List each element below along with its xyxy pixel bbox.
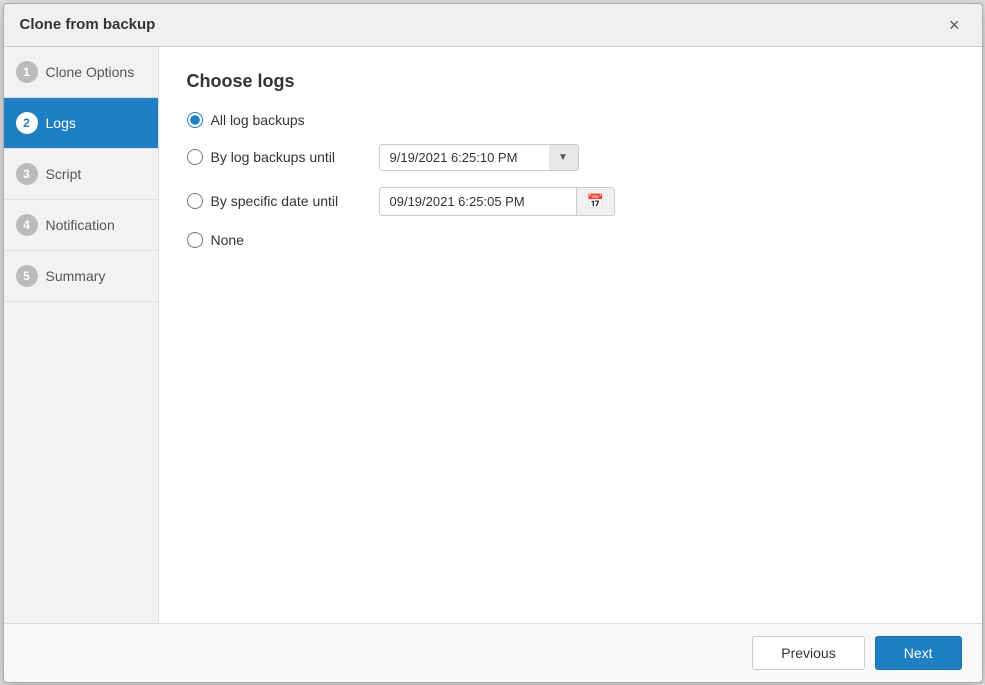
radio-all-log-backups[interactable] <box>187 112 203 128</box>
sidebar-item-logs[interactable]: 2 Logs <box>4 98 158 149</box>
sidebar-item-label-script: Script <box>46 166 82 182</box>
option-text-by-log-backups: By log backups until <box>211 149 336 165</box>
option-label-by-log-backups[interactable]: By log backups until <box>187 149 367 165</box>
sidebar-item-clone-options[interactable]: 1 Clone Options <box>4 47 158 98</box>
log-backups-dropdown-wrapper: 9/19/2021 6:25:10 PM ▼ <box>379 144 579 171</box>
step-badge-3: 3 <box>16 163 38 185</box>
step-badge-1: 1 <box>16 61 38 83</box>
option-label-all-log-backups[interactable]: All log backups <box>187 112 367 128</box>
page-title: Choose logs <box>187 71 954 92</box>
dialog-body: 1 Clone Options 2 Logs 3 Script 4 Notifi… <box>4 47 982 623</box>
option-text-none: None <box>211 232 244 248</box>
previous-button[interactable]: Previous <box>752 636 864 670</box>
sidebar-item-label-clone-options: Clone Options <box>46 64 135 80</box>
option-label-none[interactable]: None <box>187 232 367 248</box>
log-backups-dropdown[interactable]: 9/19/2021 6:25:10 PM <box>379 144 579 171</box>
date-input[interactable] <box>380 189 576 214</box>
step-badge-2: 2 <box>16 112 38 134</box>
next-button[interactable]: Next <box>875 636 962 670</box>
sidebar-item-notification[interactable]: 4 Notification <box>4 200 158 251</box>
step-badge-4: 4 <box>16 214 38 236</box>
sidebar-item-label-summary: Summary <box>46 268 106 284</box>
sidebar-item-script[interactable]: 3 Script <box>4 149 158 200</box>
dialog-footer: Previous Next <box>4 623 982 682</box>
option-row-all-log-backups: All log backups <box>187 112 954 128</box>
option-row-by-log-backups: By log backups until 9/19/2021 6:25:10 P… <box>187 144 954 171</box>
dialog-titlebar: Clone from backup × <box>4 4 982 47</box>
radio-by-log-backups[interactable] <box>187 149 203 165</box>
dialog-title: Clone from backup <box>20 16 156 33</box>
sidebar-item-label-notification: Notification <box>46 217 115 233</box>
radio-by-specific-date[interactable] <box>187 193 203 209</box>
sidebar-item-summary[interactable]: 5 Summary <box>4 251 158 302</box>
radio-none[interactable] <box>187 232 203 248</box>
sidebar: 1 Clone Options 2 Logs 3 Script 4 Notifi… <box>4 47 159 623</box>
option-text-all-log-backups: All log backups <box>211 112 305 128</box>
calendar-icon: 📅 <box>587 193 604 209</box>
option-text-by-specific-date: By specific date until <box>211 193 339 209</box>
option-label-by-specific-date[interactable]: By specific date until <box>187 193 367 209</box>
sidebar-item-label-logs: Logs <box>46 115 76 131</box>
close-button[interactable]: × <box>943 14 966 36</box>
option-row-none: None <box>187 232 954 248</box>
calendar-button[interactable]: 📅 <box>576 188 614 215</box>
step-badge-5: 5 <box>16 265 38 287</box>
main-content: Choose logs All log backups By log backu… <box>159 47 982 623</box>
option-row-by-specific-date: By specific date until 📅 <box>187 187 954 216</box>
date-input-wrapper: 📅 <box>379 187 615 216</box>
clone-from-backup-dialog: Clone from backup × 1 Clone Options 2 Lo… <box>3 3 983 683</box>
